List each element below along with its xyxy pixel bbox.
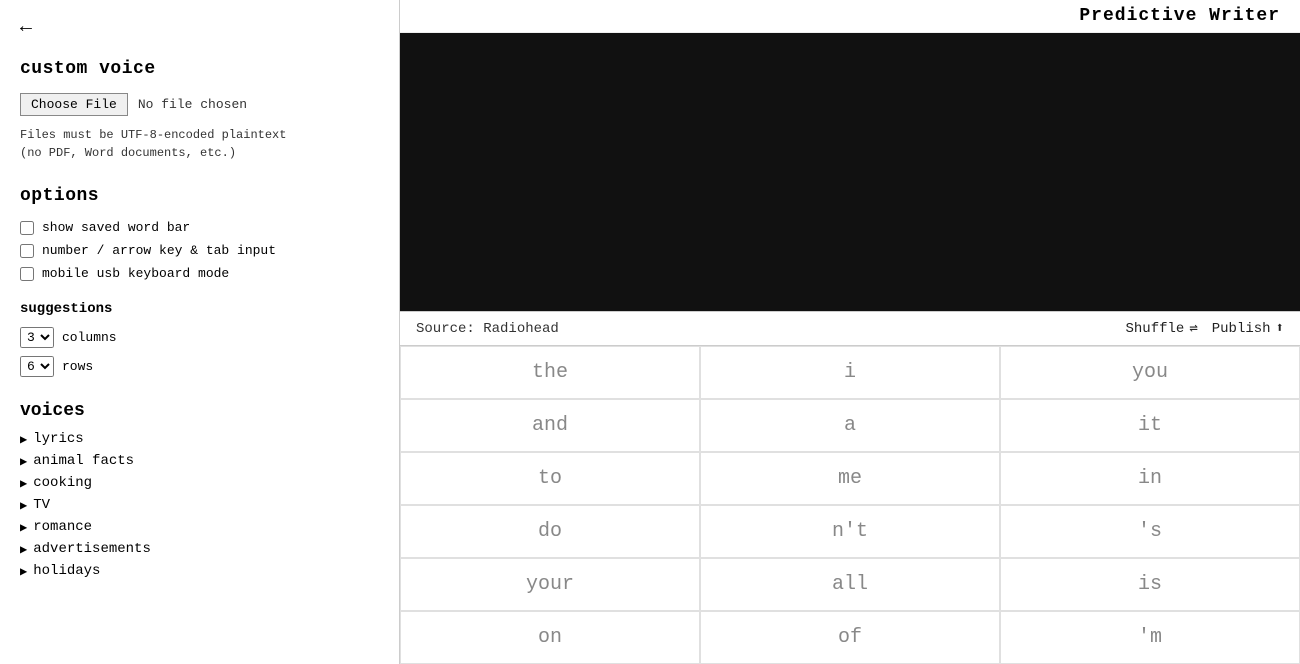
voice-label-romance: romance [33, 519, 92, 535]
source-label: Source: Radiohead [416, 321, 559, 337]
suggestion-1-1[interactable]: a [700, 399, 1000, 452]
voice-label-cooking: cooking [33, 475, 92, 491]
voice-item-holidays[interactable]: ▶ holidays [20, 563, 379, 579]
choose-file-button[interactable]: Choose File [20, 93, 128, 116]
suggestions-title: suggestions [20, 301, 379, 317]
suggestion-4-1[interactable]: all [700, 558, 1000, 611]
mobile-usb-row: mobile usb keyboard mode [20, 266, 379, 281]
columns-row: 12345 columns [20, 327, 379, 348]
suggestion-3-1[interactable]: n't [700, 505, 1000, 558]
publish-button[interactable]: Publish ⬆ [1212, 320, 1284, 337]
back-button[interactable]: ← [20, 16, 32, 39]
number-arrow-key-row: number / arrow key & tab input [20, 243, 379, 258]
suggestion-3-2[interactable]: 's [1000, 505, 1300, 558]
shuffle-icon: ⇌ [1189, 320, 1197, 337]
options-title: options [20, 186, 379, 206]
suggestion-5-0[interactable]: on [400, 611, 700, 664]
rows-label: rows [62, 359, 93, 374]
top-bar: Predictive Writer [400, 0, 1300, 33]
suggestion-2-1[interactable]: me [700, 452, 1000, 505]
shuffle-label: Shuffle [1126, 321, 1185, 337]
voice-item-lyrics[interactable]: ▶ lyrics [20, 431, 379, 447]
text-editor-area[interactable] [400, 33, 1300, 311]
file-upload-row: Choose File No file chosen [20, 93, 379, 116]
custom-voice-title: custom voice [20, 59, 379, 79]
options-section: options show saved word bar number / arr… [20, 186, 379, 281]
shuffle-button[interactable]: Shuffle ⇌ [1126, 320, 1198, 337]
voices-section: voices ▶ lyrics ▶ animal facts ▶ cooking… [20, 401, 379, 579]
show-saved-word-bar-label: show saved word bar [42, 220, 190, 235]
mobile-usb-label: mobile usb keyboard mode [42, 266, 229, 281]
voice-arrow-cooking: ▶ [20, 476, 27, 491]
voice-arrow-animal-facts: ▶ [20, 454, 27, 469]
voice-label-animal-facts: animal facts [33, 453, 134, 469]
app-title: Predictive Writer [1079, 6, 1280, 26]
suggestion-5-2[interactable]: 'm [1000, 611, 1300, 664]
number-arrow-key-checkbox[interactable] [20, 244, 34, 258]
voice-label-tv: TV [33, 497, 50, 513]
source-bar: Source: Radiohead Shuffle ⇌ Publish ⬆ [400, 311, 1300, 346]
suggestion-0-0[interactable]: the [400, 346, 700, 399]
suggestions-section: suggestions 12345 columns 12345678 rows [20, 301, 379, 377]
main-panel: Predictive Writer Source: Radiohead Shuf… [400, 0, 1300, 664]
no-file-label: No file chosen [138, 97, 247, 112]
suggestion-5-1[interactable]: of [700, 611, 1000, 664]
voice-arrow-lyrics: ▶ [20, 432, 27, 447]
mobile-usb-checkbox[interactable] [20, 267, 34, 281]
suggestion-4-2[interactable]: is [1000, 558, 1300, 611]
show-saved-word-bar-checkbox[interactable] [20, 221, 34, 235]
voice-arrow-advertisements: ▶ [20, 542, 27, 557]
rows-select[interactable]: 12345678 [20, 356, 54, 377]
columns-label: columns [62, 330, 117, 345]
suggestions-grid: the i you and a it to me in do n't 's yo… [400, 346, 1300, 664]
voices-title: voices [20, 401, 379, 421]
source-actions: Shuffle ⇌ Publish ⬆ [1126, 320, 1285, 337]
voice-item-romance[interactable]: ▶ romance [20, 519, 379, 535]
voice-label-holidays: holidays [33, 563, 100, 579]
suggestion-2-0[interactable]: to [400, 452, 700, 505]
file-hint: Files must be UTF-8-encoded plaintext(no… [20, 126, 379, 162]
suggestion-0-1[interactable]: i [700, 346, 1000, 399]
voice-arrow-romance: ▶ [20, 520, 27, 535]
voice-label-lyrics: lyrics [33, 431, 83, 447]
publish-icon: ⬆ [1276, 320, 1284, 337]
suggestion-4-0[interactable]: your [400, 558, 700, 611]
voice-item-tv[interactable]: ▶ TV [20, 497, 379, 513]
suggestion-1-2[interactable]: it [1000, 399, 1300, 452]
voice-arrow-holidays: ▶ [20, 564, 27, 579]
voice-arrow-tv: ▶ [20, 498, 27, 513]
rows-row: 12345678 rows [20, 356, 379, 377]
suggestion-1-0[interactable]: and [400, 399, 700, 452]
show-saved-word-bar-row: show saved word bar [20, 220, 379, 235]
voice-label-advertisements: advertisements [33, 541, 151, 557]
sidebar: ← custom voice Choose File No file chose… [0, 0, 400, 664]
voice-item-animal-facts[interactable]: ▶ animal facts [20, 453, 379, 469]
publish-label: Publish [1212, 321, 1271, 337]
suggestion-2-2[interactable]: in [1000, 452, 1300, 505]
suggestion-0-2[interactable]: you [1000, 346, 1300, 399]
columns-select[interactable]: 12345 [20, 327, 54, 348]
voice-item-cooking[interactable]: ▶ cooking [20, 475, 379, 491]
voice-item-advertisements[interactable]: ▶ advertisements [20, 541, 379, 557]
suggestion-3-0[interactable]: do [400, 505, 700, 558]
number-arrow-key-label: number / arrow key & tab input [42, 243, 276, 258]
